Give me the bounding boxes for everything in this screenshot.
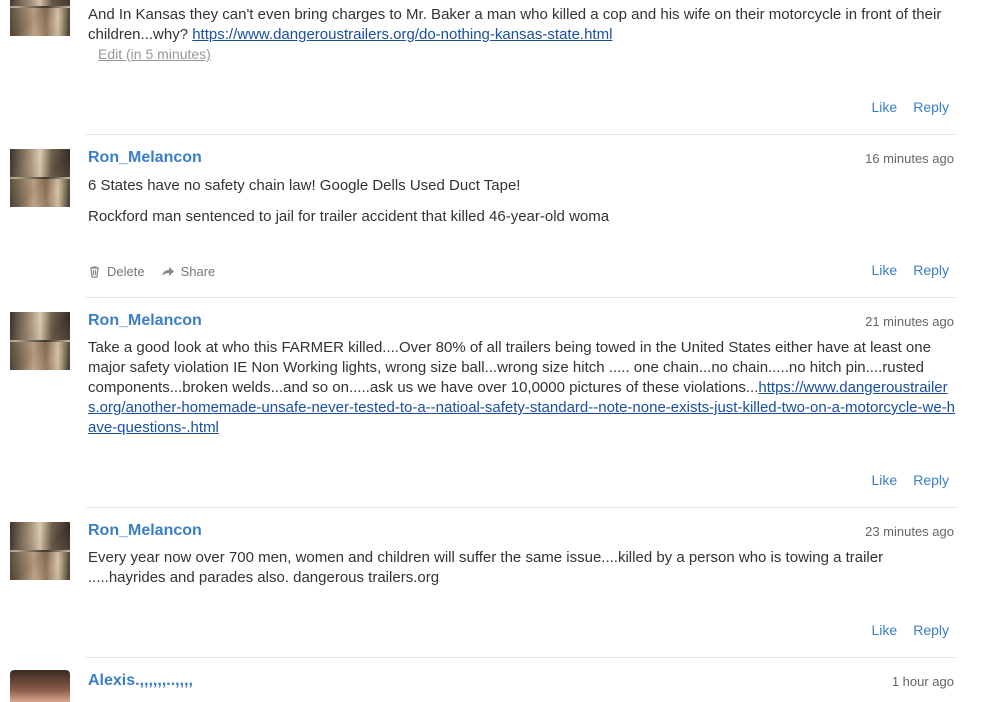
comment-item: And In Kansas they can't even bring char… [0,0,989,135]
comment-body: 6 States have no safety chain law! Googl… [88,176,958,238]
comment-item: Ron_Melancon 16 minutes ago 6 States hav… [0,135,989,297]
comment-author[interactable]: Ron_Melancon [88,312,202,330]
share-label: Share [180,264,216,279]
delete-label: Delete [107,264,145,279]
reply-button[interactable]: Reply [913,472,949,488]
comment-timestamp: 1 hour ago [891,674,954,689]
comment-actions: Like Reply [872,99,949,115]
comment-author[interactable]: Alexis.,,,,,,..,,,, [88,672,193,690]
comment-timestamp: 23 minutes ago [865,524,954,539]
comment-actions: Like Reply [872,622,949,638]
avatar[interactable] [10,0,70,36]
avatar[interactable] [10,522,70,580]
delete-button[interactable]: Delete [88,264,145,279]
like-button[interactable]: Like [872,99,898,115]
like-button[interactable]: Like [872,622,898,638]
like-button[interactable]: Like [872,472,898,488]
edit-link[interactable]: Edit (in 5 minutes) [98,46,211,62]
reply-button[interactable]: Reply [913,262,949,278]
comment-author[interactable]: Ron_Melancon [88,522,202,540]
trash-icon [90,266,99,278]
reply-button[interactable]: Reply [913,99,949,115]
avatar[interactable] [10,670,70,702]
comment-paragraph: Rockford man sentenced to jail for trail… [88,208,610,225]
comment-text: Every year now over 700 men, women and c… [88,549,884,586]
comment-paragraph: 6 States have no safety chain law! Googl… [88,177,521,194]
avatar[interactable] [10,312,70,370]
comment-body: Every year now over 700 men, women and c… [88,548,958,588]
share-button[interactable]: Share [161,264,216,279]
comment-actions: Like Reply [872,262,949,278]
comment-body: Take a good look at who this FARMER kill… [88,338,958,438]
comment-link[interactable]: https://www.dangeroustrailers.org/do-not… [192,26,612,43]
comment-owner-actions: Delete Share [88,264,215,279]
avatar[interactable] [10,149,70,207]
comment-item: Ron_Melancon 23 minutes ago Every year n… [0,508,989,658]
comment-item: Alexis.,,,,,,..,,,, 1 hour ago [0,658,989,702]
comment-author[interactable]: Ron_Melancon [88,149,202,167]
comment-timestamp: 16 minutes ago [865,151,954,166]
comment-body: And In Kansas they can't even bring char… [88,5,958,45]
like-button[interactable]: Like [872,262,898,278]
reply-button[interactable]: Reply [913,622,949,638]
share-arrow-icon [161,267,174,276]
comment-timestamp: 21 minutes ago [865,314,954,329]
comment-item: Ron_Melancon 21 minutes ago Take a good … [0,298,989,508]
comment-actions: Like Reply [872,472,949,488]
